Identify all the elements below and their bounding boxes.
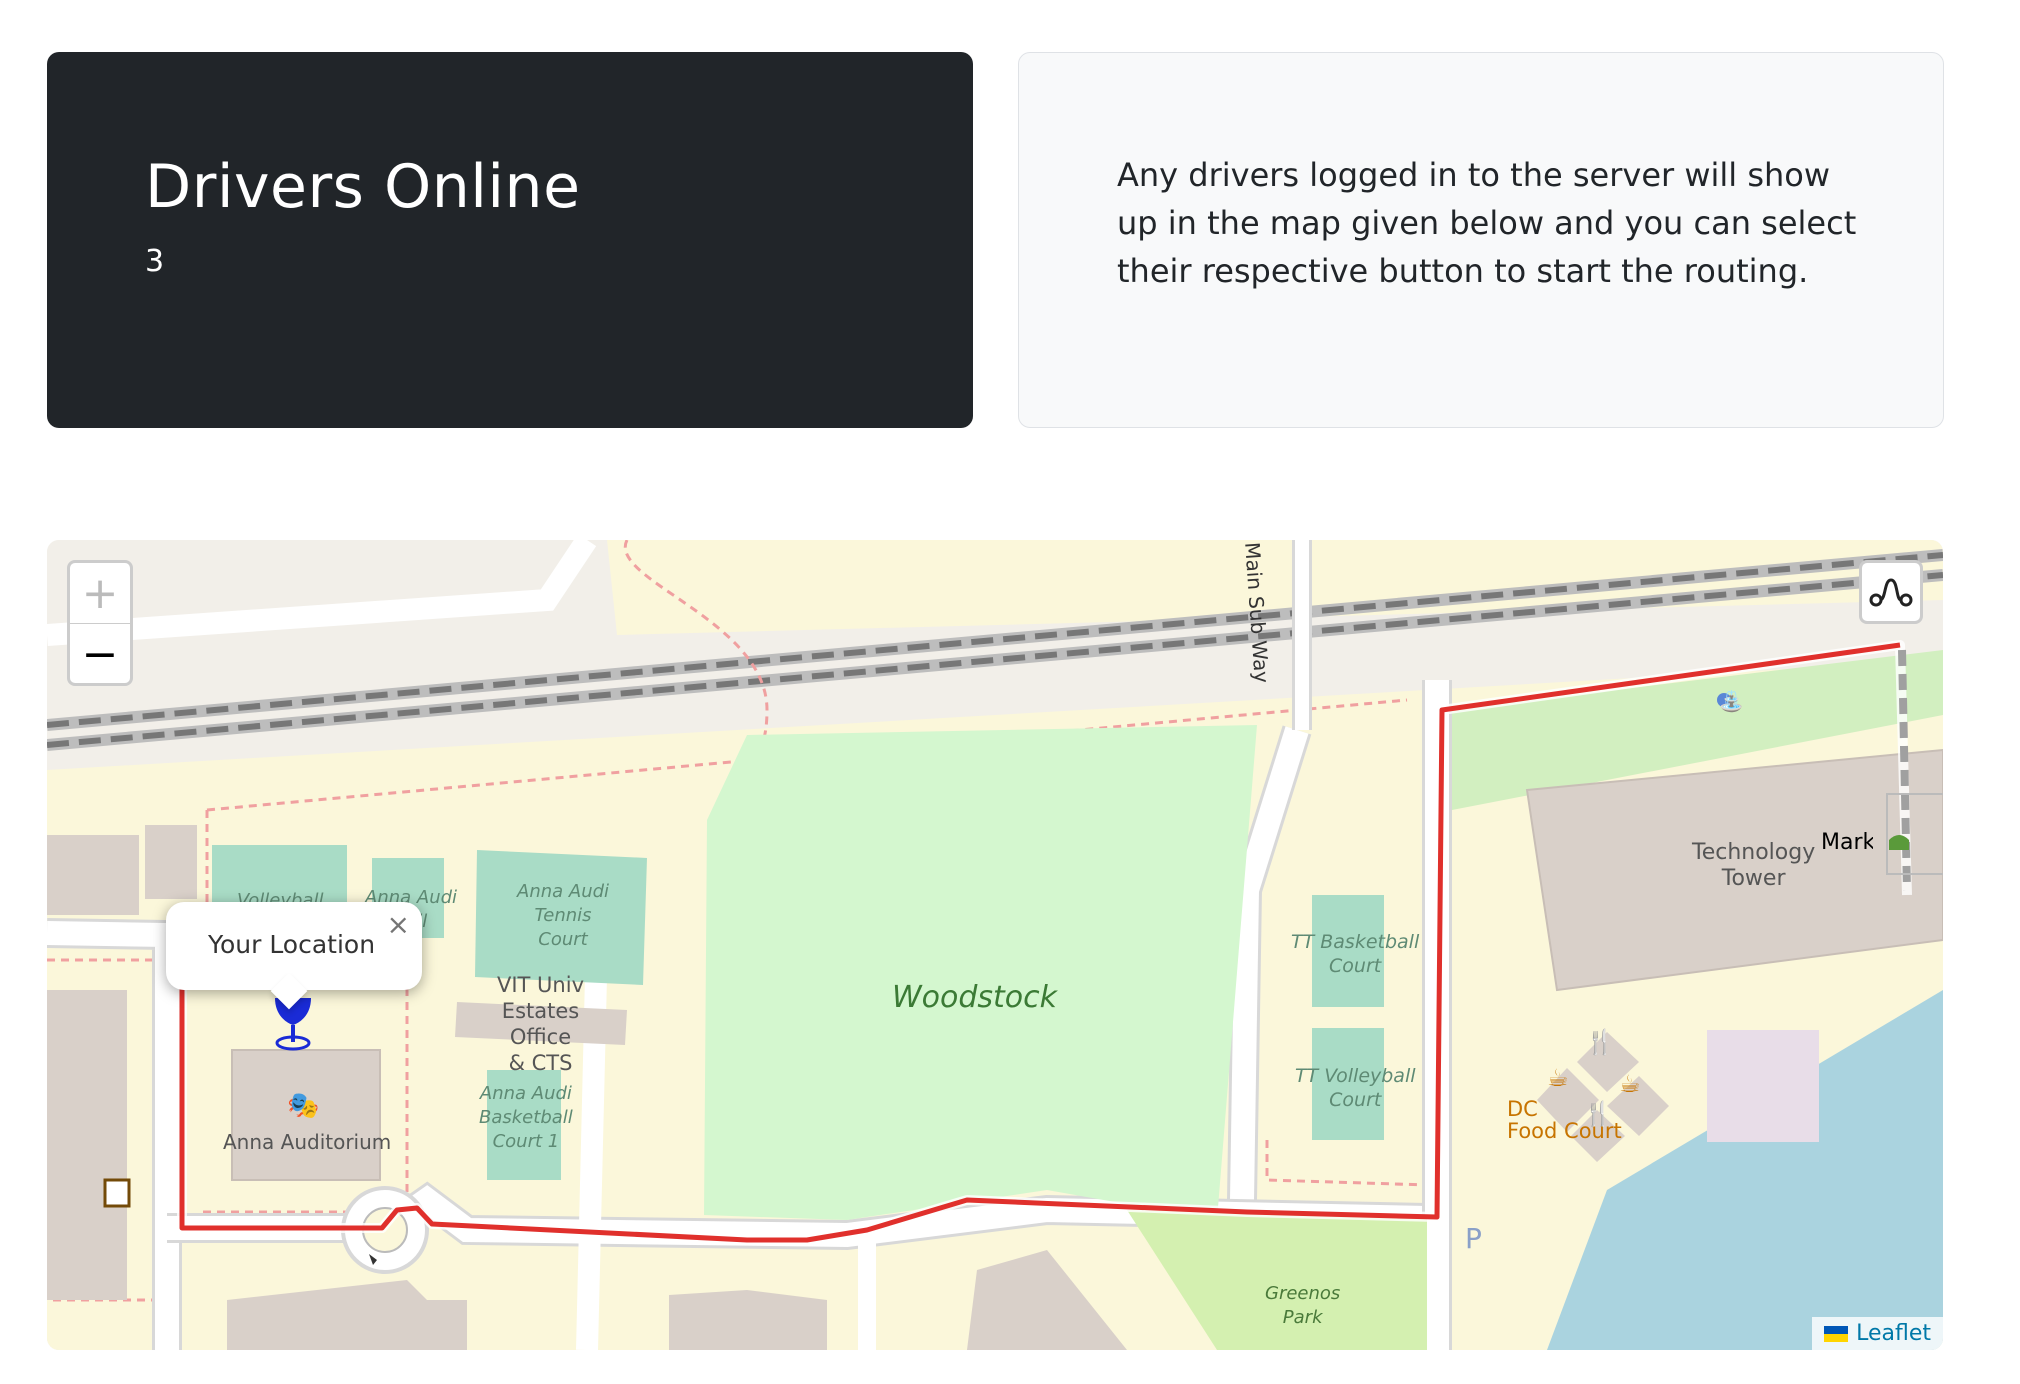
map-label-technology-tower-line1: Technology bbox=[1692, 840, 1816, 865]
zoom-out-button[interactable]: − bbox=[70, 624, 130, 684]
svg-text:☕: ☕ bbox=[1547, 1064, 1569, 1092]
map[interactable]: ⛲ 🎭 ☕ 🍴 ☕ 🍴 Woodstock Main Sub Way Techn… bbox=[47, 540, 1943, 1350]
map-label-parking: P bbox=[1465, 1222, 1482, 1255]
route-icon bbox=[1869, 578, 1913, 607]
map-label-basket1-line3: Court 1 bbox=[492, 1131, 560, 1152]
map-label-greenos-park: Greenos Park bbox=[1265, 1282, 1340, 1330]
info-card: Any drivers logged in to the server will… bbox=[1018, 52, 1944, 428]
attribution-link[interactable]: Leaflet bbox=[1856, 1321, 1931, 1346]
map-label-vit-line3: Office bbox=[509, 1025, 572, 1049]
map-label-basket1-line2: Basketball bbox=[479, 1107, 573, 1128]
map-label-dc-food-court: DC Food Court bbox=[1507, 1098, 1622, 1142]
map-label-greenos-line2: Park bbox=[1282, 1307, 1323, 1328]
map-label-woodstock: Woodstock bbox=[892, 980, 1058, 1015]
drivers-online-card: Drivers Online 3 bbox=[47, 52, 973, 428]
popup-text: Your Location bbox=[208, 930, 376, 959]
driver-marker-alt[interactable]: Mark bbox=[1821, 830, 1873, 855]
map-label-tt-volleyball-line1: TT Volleyball bbox=[1295, 1065, 1416, 1087]
map-label-anna-auditorium: Anna Auditorium bbox=[223, 1130, 392, 1154]
map-label-tennis-line2: Tennis bbox=[534, 905, 592, 926]
map-label-tennis-court: Anna Audi Tennis Court bbox=[517, 880, 609, 952]
location-popup: Your Location × bbox=[166, 902, 422, 1010]
drivers-online-title: Drivers Online bbox=[145, 152, 581, 222]
zoom-in-button[interactable]: + bbox=[70, 563, 130, 624]
ukraine-flag-icon bbox=[1824, 1325, 1849, 1342]
map-label-vit-estates: VIT Univ Estates Office & CTS bbox=[497, 972, 584, 1076]
svg-text:⛲: ⛲ bbox=[1719, 689, 1744, 713]
svg-text:🍴: 🍴 bbox=[1585, 1028, 1615, 1056]
map-label-technology-tower: Technology Tower bbox=[1692, 840, 1815, 892]
drivers-online-count: 3 bbox=[145, 244, 165, 279]
map-label-vit-line2: Estates bbox=[501, 999, 580, 1023]
map-label-vit-line1: VIT Univ bbox=[497, 973, 585, 997]
map-label-vit-line4: & CTS bbox=[508, 1051, 573, 1075]
map-label-basketball-court-1: Anna Audi Basketball Court 1 bbox=[479, 1082, 573, 1154]
info-text: Any drivers logged in to the server will… bbox=[1117, 156, 1857, 290]
map-attribution[interactable]: Leaflet bbox=[1812, 1317, 1943, 1350]
routing-toggle-button[interactable] bbox=[1859, 560, 1923, 624]
map-label-basket1-line1: Anna Audi bbox=[479, 1083, 572, 1104]
map-label-tt-volleyball-line2: Court bbox=[1329, 1089, 1382, 1111]
map-label-tennis-line3: Court bbox=[538, 929, 588, 950]
map-label-tt-basketball-line1: TT Basketball bbox=[1291, 931, 1420, 953]
map-label-tennis-line1: Anna Audi bbox=[517, 881, 610, 902]
map-label-greenos-line1: Greenos bbox=[1265, 1283, 1341, 1304]
map-label-dc-line2: Food Court bbox=[1507, 1119, 1622, 1143]
map-label-dc-line1: DC bbox=[1507, 1097, 1538, 1121]
map-label-tt-volleyball: TT Volleyball Court bbox=[1295, 1064, 1416, 1112]
map-label-technology-tower-line2: Tower bbox=[1721, 866, 1786, 891]
popup-close-icon[interactable]: × bbox=[387, 908, 410, 941]
map-label-tt-basketball-line2: Court bbox=[1329, 955, 1382, 977]
svg-text:🎭: 🎭 bbox=[287, 1091, 319, 1121]
zoom-control: + − bbox=[67, 560, 133, 686]
map-label-tt-basketball: TT Basketball Court bbox=[1291, 930, 1419, 978]
svg-text:☕: ☕ bbox=[1619, 1070, 1641, 1098]
